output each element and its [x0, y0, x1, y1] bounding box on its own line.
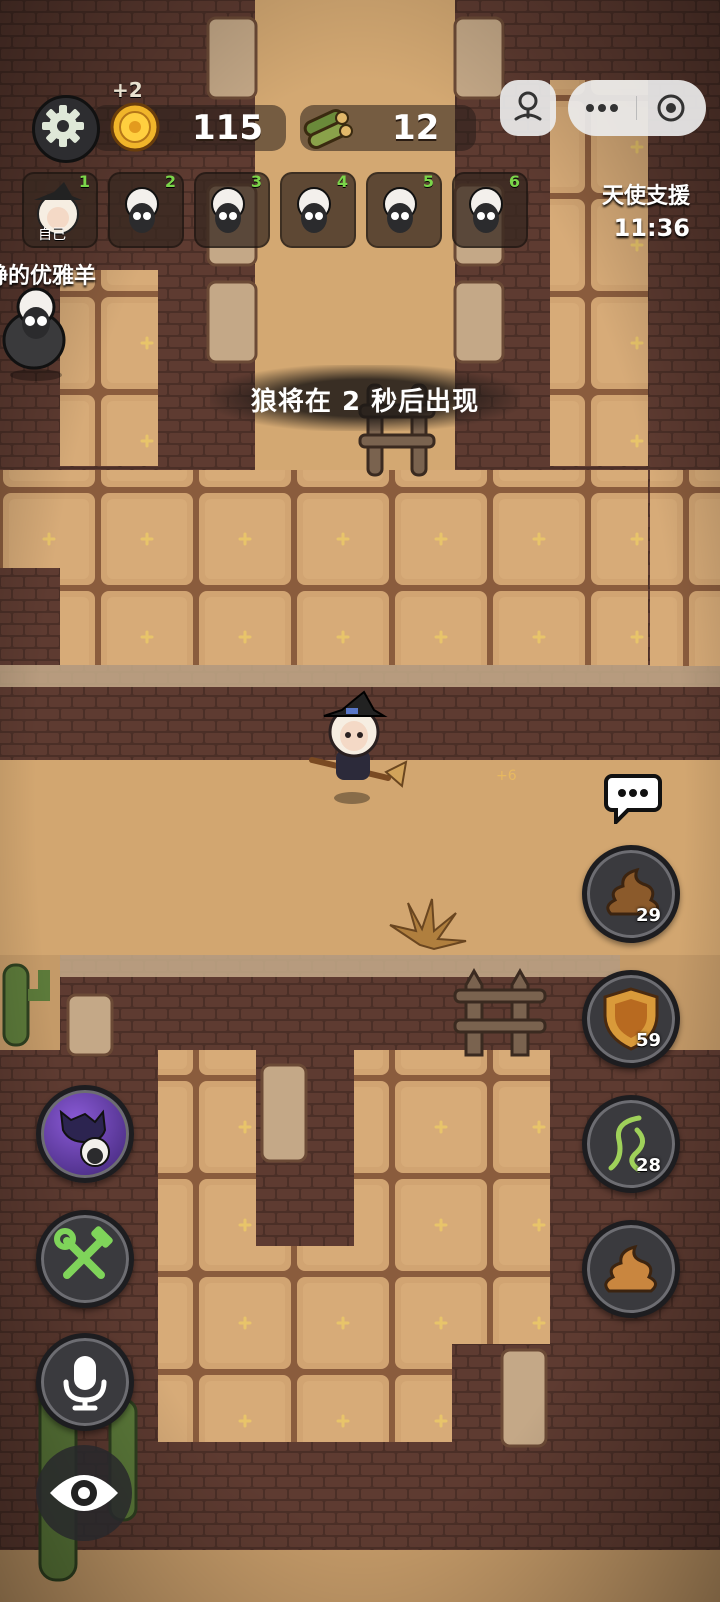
- team-slot-5[interactable]: 5: [366, 172, 442, 248]
- team-slot-2[interactable]: 2: [108, 172, 184, 248]
- slot-number: 6: [508, 172, 520, 191]
- other-sheep-character: [2, 287, 66, 381]
- user-icon: [514, 91, 542, 121]
- poop-icon: [604, 1244, 657, 1293]
- ability-button-shield[interactable]: 59: [582, 970, 680, 1068]
- close-miniprogram-button[interactable]: [637, 80, 706, 136]
- team-slot-4[interactable]: 4: [280, 172, 356, 248]
- other-player-name: 静的优雅羊: [0, 264, 97, 289]
- thorn-vine-icon: [608, 1115, 645, 1173]
- spectate-button[interactable]: [36, 1445, 132, 1541]
- profile-button[interactable]: [500, 80, 556, 136]
- chat-button[interactable]: [604, 770, 662, 827]
- ability-button-poop-1[interactable]: 29: [582, 845, 680, 943]
- capsule-menu: [568, 80, 706, 136]
- player-witch-sheep: [309, 690, 408, 804]
- shield-icon: [603, 987, 659, 1051]
- gold-coin-icon: [110, 102, 160, 152]
- match-timer: 11:36: [613, 214, 690, 242]
- team-slot-6[interactable]: 6: [452, 172, 528, 248]
- wolf-warning-banner: 狼将在 2 秒后出现: [210, 365, 520, 431]
- gear-icon: [42, 105, 84, 147]
- wolf-and-sheep-icon: [59, 1109, 110, 1167]
- gold-bonus-text: +2: [112, 78, 143, 102]
- settings-button[interactable]: [32, 95, 100, 163]
- ability-button-thorn-vine[interactable]: 28: [582, 1095, 680, 1193]
- slot-number: 2: [164, 172, 176, 191]
- hammer-wrench-icon: [54, 1226, 113, 1279]
- slot-number: 3: [250, 172, 262, 191]
- eye-icon: [50, 1475, 118, 1511]
- target-circle-icon: [657, 94, 685, 122]
- wood-logs-icon: [303, 109, 353, 149]
- self-tag: 自己: [38, 227, 66, 243]
- slot-number: 1: [78, 172, 90, 191]
- floating-gain: +6: [496, 768, 517, 784]
- team-slot-1[interactable]: 1 自己: [22, 172, 98, 248]
- slot-number: 4: [336, 172, 348, 191]
- ability-count: 28: [635, 1155, 661, 1176]
- wolf-warning-text: 狼将在 2 秒后出现: [250, 387, 480, 417]
- wood-count: 12: [392, 108, 440, 148]
- poop-icon: [606, 867, 659, 916]
- build-tools-button[interactable]: [36, 1210, 134, 1308]
- gold-count: 115: [192, 108, 263, 148]
- mode-title: 天使支援: [601, 184, 690, 209]
- voice-mic-button[interactable]: [36, 1333, 134, 1431]
- ability-count: 59: [635, 1030, 661, 1051]
- team-slot-3[interactable]: 3: [194, 172, 270, 248]
- more-options-button[interactable]: [568, 80, 636, 136]
- chat-bubble-icon: [604, 774, 662, 827]
- microphone-icon: [63, 1356, 107, 1411]
- ability-count: 29: [635, 905, 661, 926]
- more-dots-icon: [586, 104, 618, 112]
- slot-number: 5: [422, 172, 434, 191]
- ability-button-poop-2[interactable]: [582, 1220, 680, 1318]
- wolf-skill-button[interactable]: [36, 1085, 134, 1183]
